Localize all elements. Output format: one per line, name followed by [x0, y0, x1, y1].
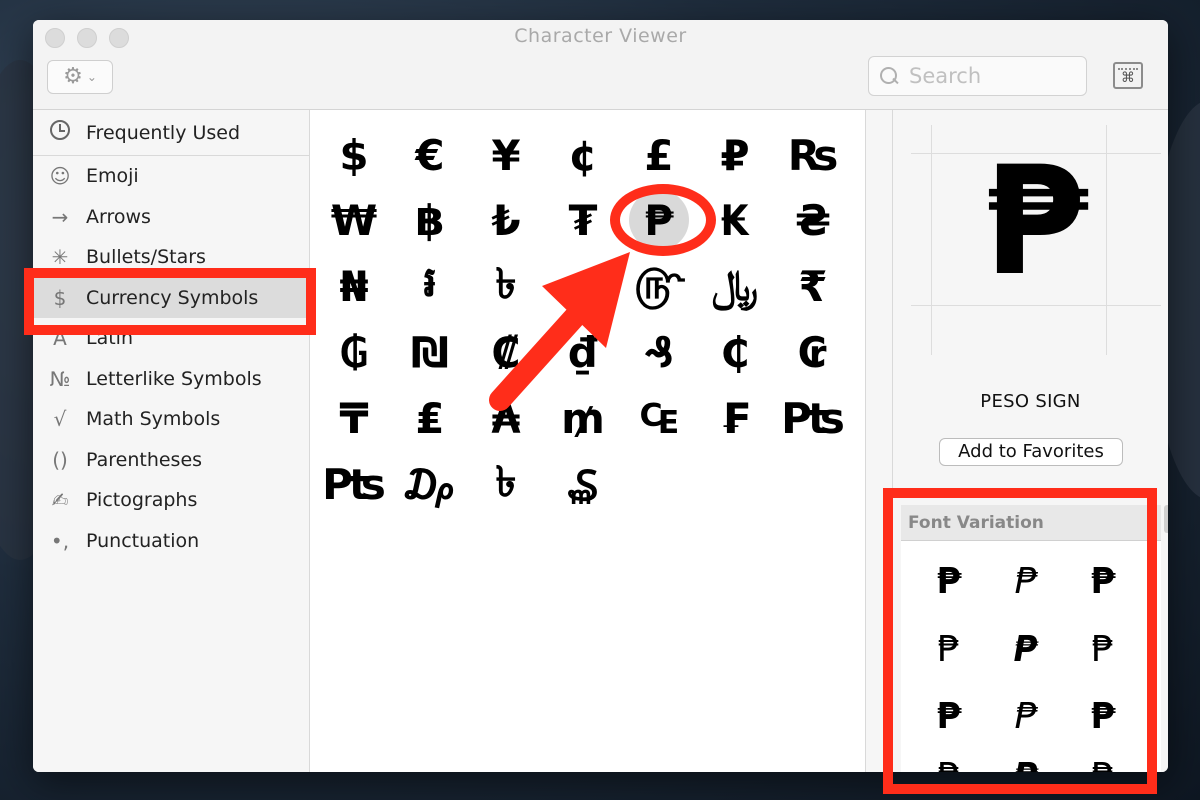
sidebar-item-punctuation[interactable]: •, Punctuation	[33, 521, 309, 562]
sidebar-item-arrows[interactable]: → Arrows	[33, 197, 309, 238]
keyboard-viewer-button[interactable]: ⌘	[1113, 62, 1143, 89]
character-cell[interactable]: ₴	[783, 190, 843, 250]
search-field[interactable]: Search	[868, 56, 1087, 96]
character-cell[interactable]: ₪	[400, 322, 460, 382]
titlebar: Character Viewer ⚙ ⌄ Search ⌘	[33, 20, 1168, 110]
character-cell[interactable]: ₢	[783, 322, 843, 382]
character-cell[interactable]: £	[629, 125, 689, 185]
sidebar-item-label: Math Symbols	[86, 408, 221, 431]
font-variation-scrollbar[interactable]	[1164, 505, 1168, 533]
sidebar-item-letterlike-symbols[interactable]: № Letterlike Symbols	[33, 359, 309, 400]
character-cell[interactable]: ₧	[322, 454, 386, 514]
character-cell[interactable]: ¥	[476, 125, 536, 185]
character-cell[interactable]: ₨	[783, 125, 843, 185]
annotation-sidebar-highlight	[24, 268, 316, 335]
arrow-icon: →	[51, 204, 69, 229]
command-key-icon: ⌘	[1121, 70, 1135, 86]
pencil-icon: ✍	[51, 488, 69, 513]
sidebar-item-math-symbols[interactable]: √ Math Symbols	[33, 399, 309, 440]
sidebar-item-pictographs[interactable]: ✍ Pictographs	[33, 480, 309, 521]
sidebar-item-parentheses[interactable]: () Parentheses	[33, 440, 309, 481]
character-cell[interactable]: ₯	[400, 454, 460, 514]
character-name: PESO SIGN	[980, 391, 1081, 412]
character-cell[interactable]: ₩	[324, 190, 384, 250]
search-placeholder: Search	[909, 64, 982, 88]
character-cell[interactable]: €	[400, 125, 460, 185]
search-icon	[879, 66, 899, 86]
character-cell[interactable]: ₣	[705, 388, 765, 448]
sidebar-item-label: Bullets/Stars	[86, 246, 206, 269]
character-cell[interactable]: $	[324, 125, 384, 185]
glyph-preview: ₱	[911, 125, 1161, 355]
character-cell[interactable]: ৳	[476, 454, 536, 514]
character-cell[interactable]: ฿	[400, 190, 460, 250]
sidebar-item-label: Letterlike Symbols	[86, 367, 262, 390]
sidebar-item-frequently-used[interactable]: Frequently Used	[33, 110, 309, 156]
character-cell[interactable]: ៛	[400, 256, 460, 316]
sidebar-item-label: Emoji	[86, 165, 139, 188]
sidebar-item-label: Frequently Used	[86, 121, 241, 144]
sidebar-item-label: Punctuation	[86, 529, 200, 552]
annotation-font-variation-highlight	[883, 488, 1157, 794]
numero-icon: №	[49, 366, 71, 391]
annotation-arrow	[489, 252, 630, 411]
sidebar-item-emoji[interactable]: ☺ Emoji	[33, 156, 309, 197]
character-cell[interactable]: ₹	[783, 256, 843, 316]
character-cell[interactable]: ¢	[553, 125, 613, 185]
asterisk-icon: ✳	[51, 245, 69, 270]
sidebar-item-label: Parentheses	[86, 448, 203, 471]
character-cell[interactable]: ₤	[400, 388, 460, 448]
character-cell[interactable]: ₦	[324, 256, 384, 316]
sidebar-item-label: Pictographs	[86, 489, 198, 512]
comma-icon: •,	[50, 528, 70, 553]
chevron-down-icon: ⌄	[86, 70, 97, 84]
character-cell[interactable]: ₸	[324, 388, 384, 448]
smiley-icon: ☺	[49, 164, 71, 189]
category-sidebar: Frequently Used ☺ Emoji → Arrows ✳ Bullets/Sta…	[33, 110, 310, 772]
character-cell[interactable]: ₲	[324, 322, 384, 382]
character-cell[interactable]: ﷼	[705, 256, 765, 316]
preview-glyph: ₱	[983, 135, 1089, 309]
window-title: Character Viewer	[514, 25, 687, 47]
sidebar-item-label: Arrows	[86, 205, 151, 228]
character-cell[interactable]: ₷	[553, 454, 613, 514]
character-grid: $€¥¢£₽₨₩฿₺₮₱₭₴₦៛৳؋௹﷼₹₲₪₡₫₰₵₢₸₤₳₥₠₣₧₧₯৳₷	[311, 110, 865, 772]
clock-icon	[45, 120, 75, 145]
character-cell[interactable]: ₽	[705, 125, 765, 185]
settings-menu-button[interactable]: ⚙ ⌄	[47, 60, 113, 94]
gear-icon: ⚙	[63, 64, 83, 89]
parentheses-icon: ()	[52, 447, 68, 472]
add-to-favorites-button[interactable]: Add to Favorites	[939, 438, 1123, 466]
character-cell[interactable]: ₧	[781, 388, 845, 448]
character-cell[interactable]: ₵	[705, 322, 765, 382]
sqrt-icon: √	[53, 407, 67, 432]
